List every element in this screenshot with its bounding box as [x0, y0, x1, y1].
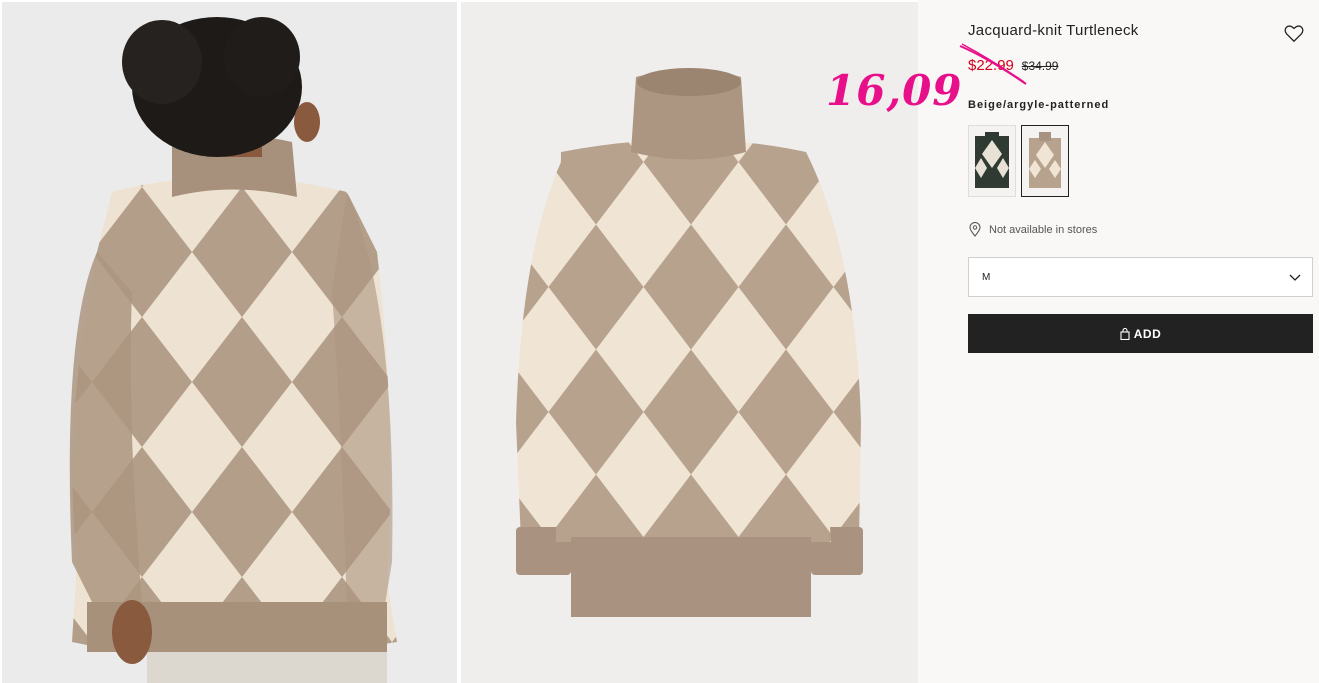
color-name: Beige/argyle-patterned [968, 99, 1110, 111]
store-availability: Not available in stores [969, 222, 1097, 237]
swatch-beige-image [1029, 132, 1061, 188]
size-selected-value: M [982, 272, 991, 283]
location-pin-icon [969, 222, 981, 237]
sale-price: $22.99 [968, 57, 1014, 74]
model-photo[interactable] [2, 2, 457, 683]
add-to-bag-button[interactable]: ADD [968, 314, 1313, 353]
swatch-beige-argyle[interactable] [1021, 125, 1069, 197]
original-price: $34.99 [1021, 59, 1059, 73]
swatch-dark-green-argyle[interactable] [968, 125, 1016, 197]
price-row: $22.99 $34.99 [968, 57, 1058, 74]
store-availability-text: Not available in stores [989, 223, 1098, 236]
shopping-bag-icon [1120, 327, 1130, 340]
heart-icon [1284, 25, 1304, 43]
model-photo-illustration [69, 17, 397, 683]
favorite-button[interactable] [1283, 22, 1305, 44]
handwritten-price-note: 16,09 [826, 66, 963, 115]
product-title: Jacquard-knit Turtleneck [968, 22, 1139, 39]
size-select[interactable]: M [968, 257, 1313, 297]
swatch-dark-green-image [975, 132, 1009, 188]
chevron-down-icon [1289, 274, 1301, 281]
add-button-label: ADD [1133, 326, 1162, 341]
